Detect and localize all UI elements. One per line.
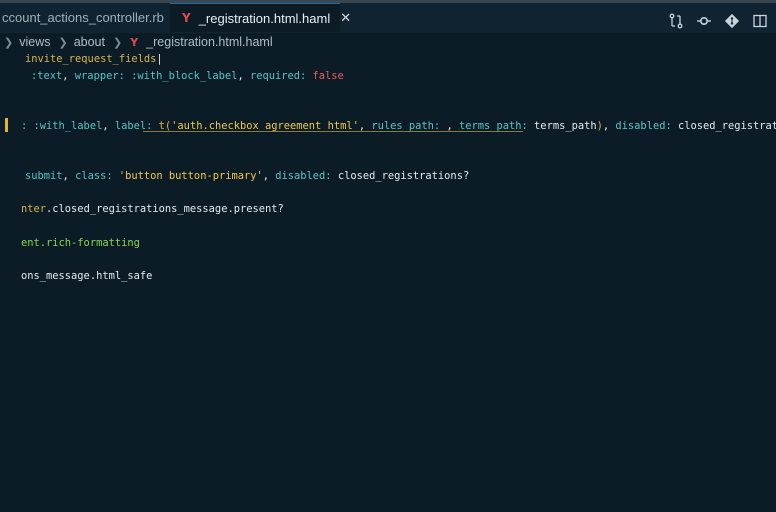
- code-line: ent.rich-formatting: [21, 237, 140, 249]
- breadcrumb-item-about[interactable]: about: [74, 35, 105, 49]
- bracket-match-underline: [143, 130, 523, 132]
- tab-account-actions-controller[interactable]: ccount_actions_controller.rb: [0, 3, 170, 32]
- editor-tab-bar: ccount_actions_controller.rb Y _registra…: [0, 3, 776, 33]
- editor-actions: [668, 6, 768, 35]
- code-line: :text, wrapper: :with_block_label, requi…: [31, 70, 344, 82]
- tab-label: _registration.html.haml: [198, 10, 331, 26]
- tab-label: ccount_actions_controller.rb: [2, 10, 164, 25]
- chevron-right-icon: ❯: [58, 36, 68, 49]
- haml-file-icon: Y: [130, 35, 139, 49]
- haml-file-icon: Y: [182, 11, 191, 25]
- code-line: submit, class: 'button button-primary', …: [25, 170, 470, 182]
- split-editor-icon[interactable]: [752, 13, 768, 29]
- code-line: nter.closed_registrations_message.presen…: [21, 203, 284, 215]
- code-line: invite_request_fields|: [25, 53, 163, 65]
- chevron-right-icon: ❯: [112, 36, 123, 49]
- close-icon[interactable]: ✕: [340, 11, 351, 26]
- code-line: ons_message.html_safe: [21, 270, 153, 282]
- breadcrumb: ❯ views ❯ about ❯ Y _registration.html.h…: [4, 34, 281, 50]
- tab-registration-haml[interactable]: Y _registration.html.haml ✕: [170, 3, 351, 32]
- breadcrumb-item-file[interactable]: _registration.html.haml: [146, 35, 272, 49]
- breadcrumb-item-views[interactable]: views: [19, 35, 50, 49]
- git-lens-icon[interactable]: [696, 13, 712, 29]
- source-control-icon[interactable]: [724, 13, 740, 29]
- modified-line-indicator: [5, 118, 8, 132]
- compare-changes-icon[interactable]: [668, 13, 684, 29]
- chevron-right-icon: ❯: [4, 36, 14, 49]
